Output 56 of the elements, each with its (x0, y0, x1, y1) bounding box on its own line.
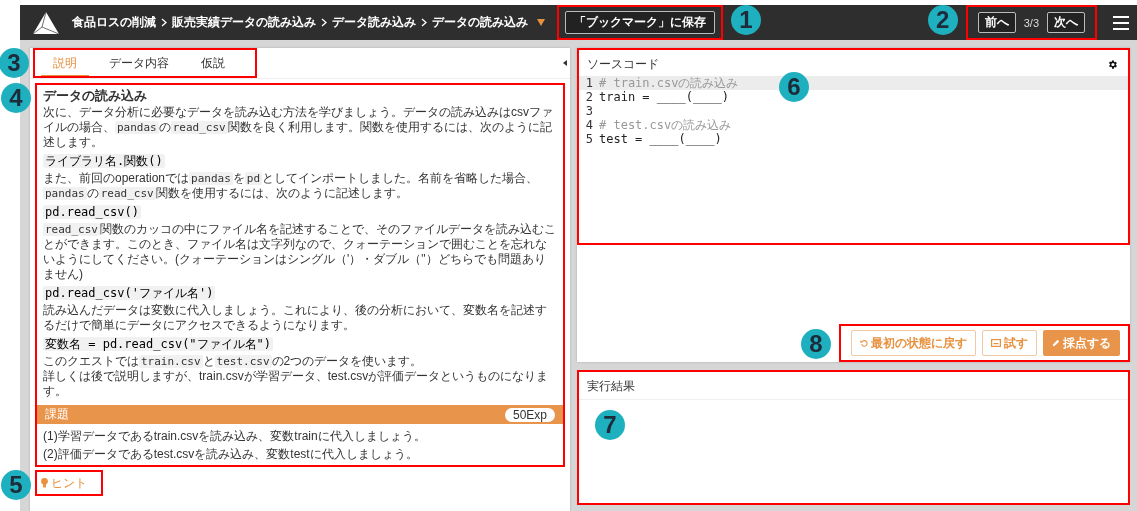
code-snippet: pd.read_csv('ファイル名') (43, 286, 216, 300)
editor-title: ソースコード (587, 56, 659, 73)
line-number: 4 (584, 118, 594, 132)
page-counter: 3/3 (1023, 16, 1039, 29)
collapse-arrow-icon[interactable] (563, 60, 567, 66)
pencil-icon (1052, 339, 1060, 347)
line-number: 5 (584, 132, 594, 146)
paragraph: このクエストでは train.csv と test.csv の2つのデータを使います。 詳しくは後で説明しますが、train.csvが学習データ、test.csvが評価データというものになります。 (43, 354, 550, 399)
line-number: 2 (584, 90, 594, 104)
code-line: test = ____(____) (599, 132, 722, 146)
next-button[interactable]: 次へ (1047, 12, 1085, 33)
breadcrumb-link[interactable]: データの読み込み (432, 14, 528, 31)
line-number: 1 (584, 76, 594, 90)
result-title: 実行結果 (579, 372, 1128, 400)
console-icon (991, 339, 1001, 347)
code-comment: # train.csvの読み込み (599, 74, 739, 91)
code-line: train = ____(____) (599, 90, 730, 104)
breadcrumb-link[interactable]: 食品ロスの削減 (72, 14, 156, 31)
task-title: 課題 (45, 406, 69, 423)
annotation-marker: 6 (779, 72, 809, 102)
menu-icon[interactable] (1113, 15, 1129, 30)
exp-badge: 50Exp (504, 407, 555, 422)
annotation-marker: 8 (801, 329, 831, 359)
paragraph: read_csv 関数のカッコの中にファイル名を記述することで、そのファイルデータを読み込むことができます。このとき、ファイル名は文字列なので、クォーテーションで囲むことを忘れないようにしてください。(クォーテーションはシングル（'）・ダブル（"）どちらでも問題ありません) (43, 222, 557, 282)
bookmark-button[interactable]: 「ブックマーク」に保存 (565, 11, 715, 34)
lesson-title: データの読み込み (43, 87, 148, 105)
code-comment: # test.csvの読み込み (599, 116, 732, 133)
task-text: (1)学習データであるtrain.csvを読み込み、変数trainに代入しましょう。 (43, 429, 427, 444)
annotation-marker: 7 (595, 410, 625, 440)
code-editor[interactable]: 6 ソースコード 1 # train.csvの読み込み 2 train = ____(____) 3 4 # test.csvの読み込み 5 test = ____(____) 8 最初の状態に戻す 試す 採点する (577, 48, 1130, 362)
code-snippet: ライブラリ名.関数() (43, 154, 165, 168)
tab[interactable]: データ内容 (97, 52, 181, 76)
breadcrumb-link[interactable]: データ読み込み (332, 14, 416, 31)
paragraph: 次に、データ分析に必要なデータを読み込む方法を学びましょう。データの読み込みはcsvファイルの場合、 pandas の read_csv 関数を良く利用します。関数を使用するには、次のように記述します。 (43, 105, 554, 150)
paragraph: また、前回のoperationでは pandas を pd としてインポートしました。名前を省略した場合、 pandas の read_csv 関数を使用するには、次のように記述します。 (43, 171, 540, 201)
paragraph: 読み込んだデータは変数に代入しましょう。これにより、後の分析において、変数名を記述するだけで簡単にデータにアクセスできるようになります。 (43, 303, 548, 333)
undo-icon (860, 339, 868, 347)
chevron-icon (321, 18, 327, 27)
previous-button[interactable]: 前へ (977, 12, 1016, 33)
annotation-marker: 3 (0, 48, 29, 78)
chevron-icon (421, 18, 427, 27)
code-snippet: 変数名 = pd.read_csv("ファイル名") (43, 337, 274, 351)
code-snippet: pd.read_csv() (43, 205, 141, 219)
logo-icon (32, 10, 60, 35)
lightbulb-icon (41, 478, 48, 488)
line-number: 3 (584, 104, 594, 118)
chevron-icon (161, 18, 167, 27)
annotation-marker: 4 (1, 83, 31, 113)
dropdown-triangle-icon[interactable] (537, 19, 545, 26)
annotation-marker: 5 (1, 470, 31, 500)
annotation-marker: 2 (927, 5, 958, 35)
task-text: (2)評価データであるtest.csvを読み込み、変数testに代入しましょう。 (43, 447, 419, 462)
breadcrumb-link[interactable]: 販売実績データの読み込み (172, 14, 316, 31)
tab[interactable]: 仮説 (189, 52, 237, 76)
annotation-marker: 1 (731, 5, 761, 35)
settings-icon[interactable] (1107, 59, 1118, 70)
